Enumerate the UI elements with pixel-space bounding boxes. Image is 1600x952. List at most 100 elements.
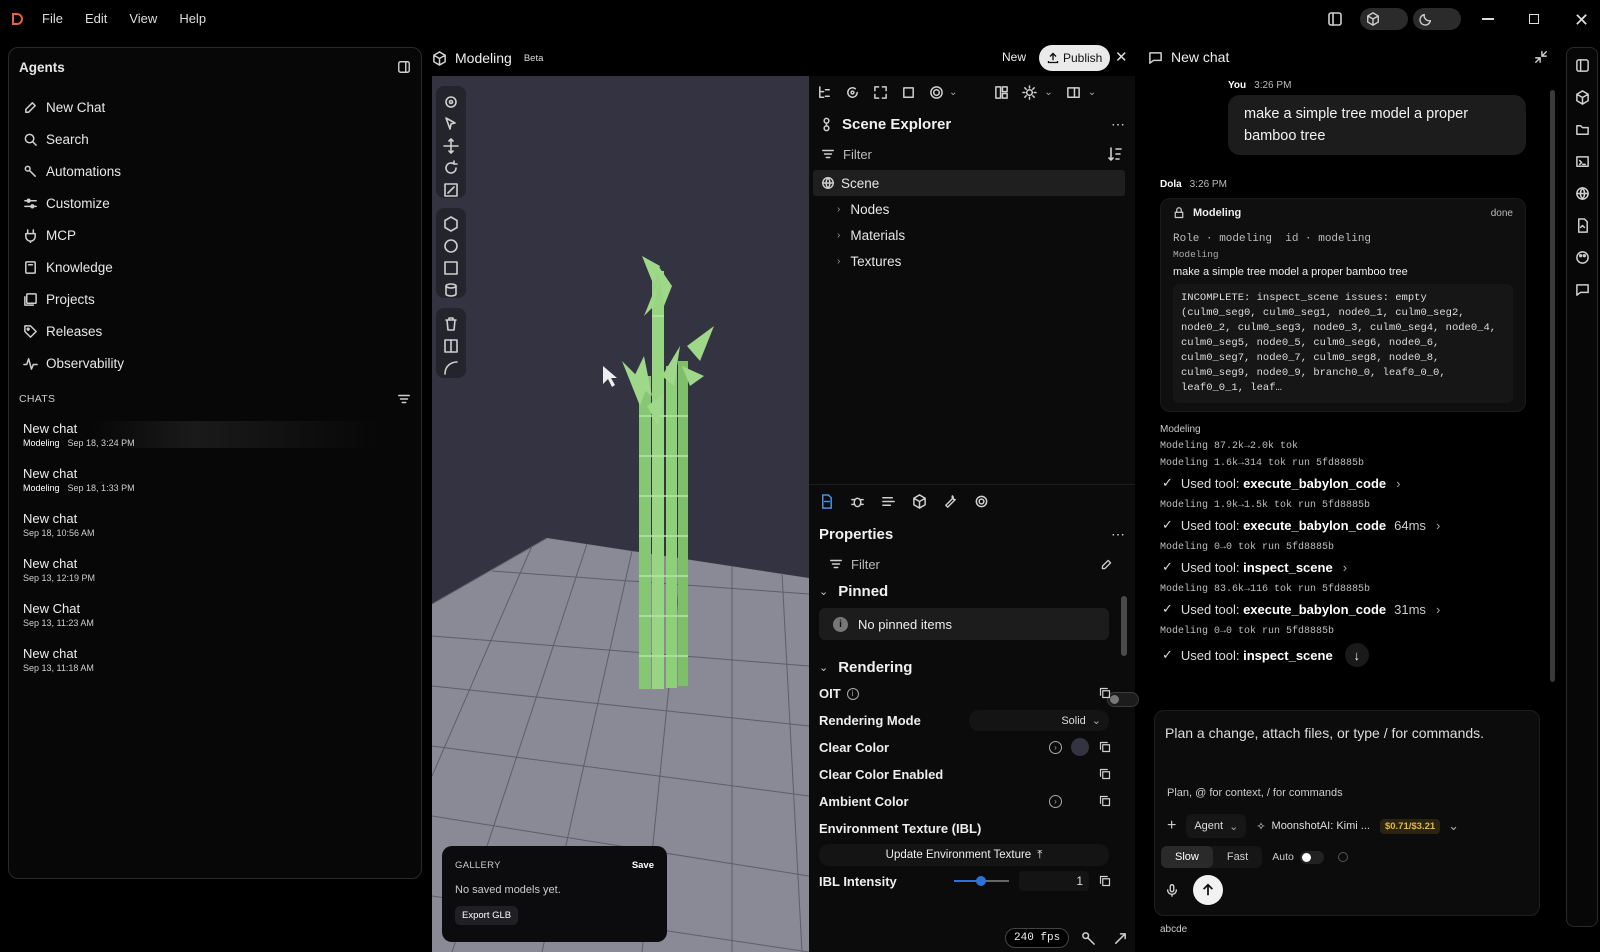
microphone-icon[interactable] [1165, 883, 1179, 897]
pinned-section-header[interactable]: ⌄ Pinned [809, 578, 1119, 604]
pencil-icon[interactable] [1100, 558, 1113, 571]
sidebar-item-releases[interactable]: Releases [9, 315, 421, 347]
menu-file[interactable]: File [42, 11, 63, 26]
theme-toggle[interactable] [1413, 8, 1461, 30]
add-box-icon[interactable] [443, 216, 459, 232]
sidebar-item-projects[interactable]: Projects [9, 283, 421, 315]
file-sync-icon[interactable] [1575, 218, 1590, 233]
collapse-sidebar-icon[interactable] [397, 60, 411, 74]
inspector-icon[interactable] [1081, 931, 1096, 946]
publish-button[interactable]: Publish [1039, 45, 1111, 71]
rotate-tool-icon[interactable] [443, 160, 459, 176]
tool-call-row[interactable]: ✓ Used tool: execute_babylon_code 64ms › [1160, 517, 1530, 533]
sidebar-item-observability[interactable]: Observability [9, 347, 421, 379]
update-environment-texture-button[interactable]: Update Environment Texture ⤒ [819, 844, 1109, 866]
chat-scrollbar[interactable] [1550, 90, 1555, 682]
sidebar-item-customize[interactable]: Customize [9, 187, 421, 219]
tool-call-row[interactable]: ✓ Used tool: execute_babylon_code 31ms › [1160, 601, 1530, 617]
panel-icon[interactable] [443, 338, 459, 354]
tab-tools-icon[interactable] [943, 494, 958, 509]
folder-icon[interactable] [1575, 122, 1590, 137]
chat-list-item[interactable]: New chat Sep 13, 12:19 PM [9, 556, 421, 583]
chat-list-item[interactable]: New chat Sep 18, 10:56 AM [9, 511, 421, 538]
chat-list-item[interactable]: New Chat Sep 13, 11:23 AM [9, 601, 421, 628]
ibl-value-input[interactable]: 1 [1019, 871, 1089, 891]
maximize-button[interactable] [1529, 14, 1539, 24]
copy-icon[interactable] [1099, 741, 1111, 753]
menu-view[interactable]: View [129, 11, 157, 26]
tab-statistics-icon[interactable] [881, 494, 896, 509]
model-select[interactable]: ✧ MoonshotAI: Kimi ... [1256, 820, 1370, 833]
expand-icon[interactable]: › [1049, 795, 1062, 808]
add-plane-icon[interactable] [443, 260, 459, 276]
add-cylinder-icon[interactable] [443, 282, 459, 298]
split-view-icon[interactable] [1066, 85, 1081, 100]
oit-toggle[interactable] [1106, 692, 1139, 707]
collapse-chat-icon[interactable] [1534, 50, 1548, 64]
scale-tool-icon[interactable] [443, 182, 459, 198]
fullscreen-icon[interactable] [873, 85, 888, 100]
menu-edit[interactable]: Edit [85, 11, 107, 26]
chevron-down-icon[interactable]: ⌄ [949, 87, 957, 98]
cube-icon[interactable] [1575, 90, 1590, 105]
sidebar-item-mcp[interactable]: MCP [9, 219, 421, 251]
palette-icon[interactable] [1575, 250, 1590, 265]
sidebar-item-new-chat[interactable]: New Chat [9, 91, 421, 123]
move-tool-icon[interactable] [443, 138, 459, 154]
chevron-down-icon[interactable]: ⌄ [1088, 87, 1096, 98]
copy-icon[interactable] [1099, 875, 1111, 887]
pointer-icon[interactable] [1113, 931, 1128, 946]
3d-viewport[interactable]: GALLERY Save No saved models yet. Export… [432, 76, 809, 952]
hierarchy-icon[interactable] [817, 85, 832, 100]
ibl-slider-thumb[interactable] [976, 876, 986, 886]
target-icon[interactable] [929, 85, 944, 100]
sort-icon[interactable] [1107, 146, 1123, 162]
scene-canvas[interactable] [432, 76, 809, 952]
rendering-mode-select[interactable]: Solid ⌄ [969, 710, 1109, 731]
tab-debug-icon[interactable] [850, 494, 865, 509]
send-button[interactable] [1193, 875, 1223, 905]
copy-icon[interactable] [1099, 768, 1111, 780]
tool-call-row[interactable]: ✓ Used tool: inspect_scene ↓ [1160, 643, 1530, 667]
auto-toggle[interactable] [1299, 850, 1324, 864]
terminal-icon[interactable] [1575, 154, 1590, 169]
speed-slow[interactable]: Slow [1161, 846, 1213, 868]
clear-color-swatch[interactable] [1071, 738, 1089, 756]
chevron-right-icon[interactable]: › [837, 256, 840, 267]
export-glb-button[interactable]: Export GLB [455, 906, 519, 925]
chevron-down-icon[interactable]: ⌄ [1044, 87, 1052, 98]
menu-help[interactable]: Help [179, 11, 206, 26]
tree-item-materials[interactable]: › Materials [809, 222, 1135, 248]
curve-tool-icon[interactable] [443, 360, 459, 376]
rendering-section-header[interactable]: ⌄ Rendering [809, 654, 1119, 680]
expand-icon[interactable]: › [1049, 741, 1062, 754]
agent-select[interactable]: Agent ⌄ [1186, 814, 1247, 838]
chat-list-item[interactable]: New chat Modeling Sep 18, 3:24 PM [9, 421, 421, 448]
orbit-tool-icon[interactable] [443, 94, 459, 110]
scene-explorer-more-icon[interactable]: ⋯ [1111, 116, 1125, 133]
sidebar-toggle-icon[interactable] [1327, 11, 1343, 27]
chevron-right-icon[interactable]: › [837, 230, 840, 241]
cube-mode-toggle[interactable] [1360, 8, 1408, 30]
new-button[interactable]: New [1002, 50, 1026, 64]
filter-icon[interactable] [397, 392, 411, 406]
delete-icon[interactable] [443, 316, 459, 332]
panel-toggle-icon[interactable] [1575, 58, 1590, 73]
sidebar-item-knowledge[interactable]: Knowledge [9, 251, 421, 283]
chevron-right-icon[interactable]: › [837, 204, 840, 215]
message-icon[interactable] [1575, 282, 1590, 297]
sun-icon[interactable] [1022, 84, 1038, 100]
tree-item-nodes[interactable]: › Nodes [809, 196, 1135, 222]
copy-icon[interactable] [1099, 795, 1111, 807]
tool-call-row[interactable]: ✓ Used tool: inspect_scene › [1160, 559, 1530, 575]
layout-icon[interactable] [994, 85, 1009, 100]
chevron-down-icon[interactable]: ⌄ [1448, 818, 1459, 834]
speed-fast[interactable]: Fast [1213, 846, 1262, 868]
scroll-down-arrow-icon[interactable]: ↓ [1344, 643, 1369, 667]
properties-scrollbar[interactable] [1121, 596, 1127, 656]
chat-input[interactable]: Plan a change, attach files, or type / f… [1155, 711, 1539, 783]
copy-icon[interactable] [1099, 687, 1111, 699]
add-attachment-button[interactable]: + [1167, 817, 1176, 835]
sidebar-item-automations[interactable]: Automations [9, 155, 421, 187]
add-sphere-icon[interactable] [443, 238, 459, 254]
